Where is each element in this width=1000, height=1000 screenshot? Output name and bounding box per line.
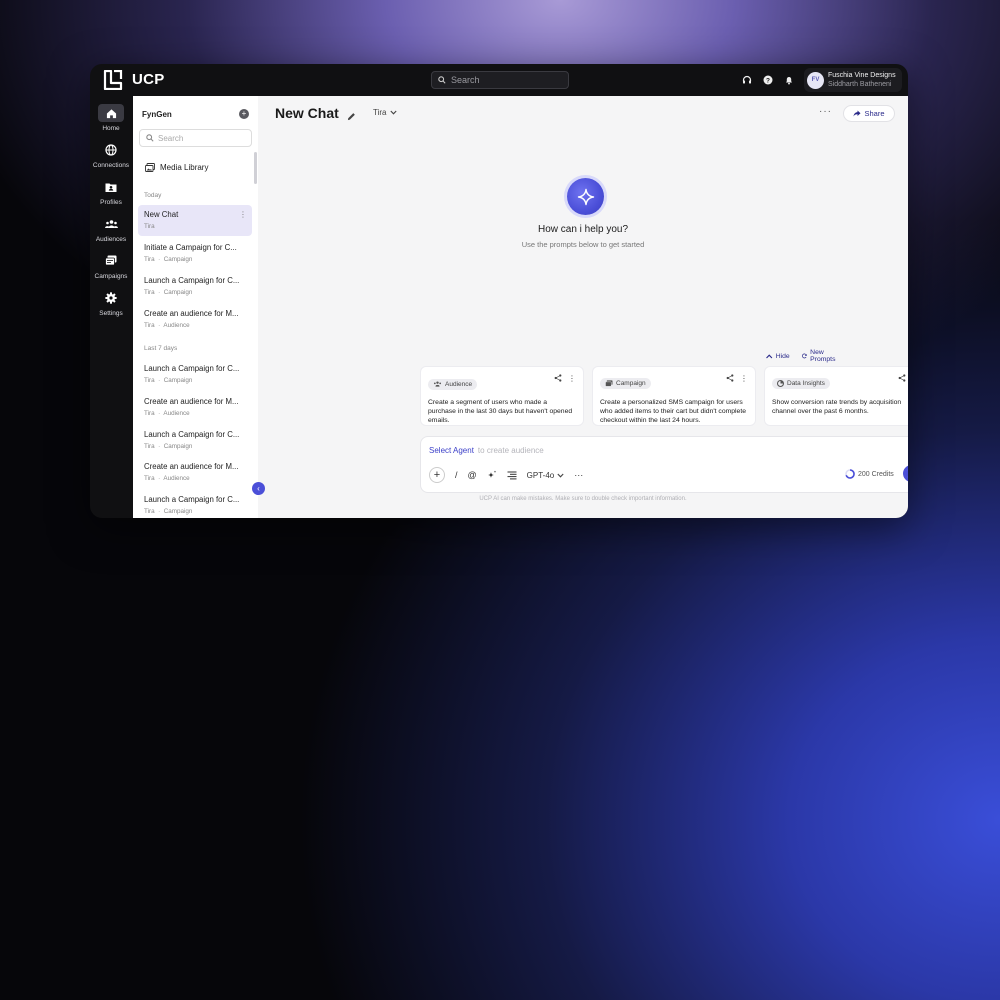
chat-item[interactable]: Create an audience for M... Tira · Audie…	[138, 457, 252, 488]
avatar: FV	[807, 71, 824, 89]
ucp-logo-icon[interactable]	[103, 70, 123, 90]
prompt-card-campaign[interactable]: Campaign ⋮ Create a personalized SMS cam…	[592, 366, 756, 426]
chat-item[interactable]: Launch a Campaign for C... Tira · Campai…	[138, 425, 252, 456]
prompt-card-audience[interactable]: Audience ⋮ Create a segment of users who…	[420, 366, 584, 426]
tag-campaign: Campaign	[600, 378, 651, 389]
sparkle-icon[interactable]	[487, 470, 497, 480]
send-icon	[907, 469, 908, 478]
new-chat-button[interactable]: +	[239, 109, 249, 119]
globe-icon	[98, 141, 124, 159]
ai-disclaimer: UCP AI can make mistakes. Make sure to d…	[479, 496, 687, 502]
media-library-icon	[145, 163, 155, 172]
assistant-orb-icon	[567, 178, 604, 215]
model-selector[interactable]: GPT-4o	[527, 471, 565, 480]
pie-chart-icon	[777, 380, 784, 387]
page-title: New Chat	[275, 105, 339, 121]
brand-name: UCP	[132, 71, 165, 88]
chat-item[interactable]: Launch a Campaign for C... Tira · Campai…	[138, 359, 252, 390]
users-icon	[433, 381, 442, 387]
rail-item-profiles[interactable]: Profiles	[90, 178, 132, 206]
users-icon	[98, 215, 124, 233]
search-icon	[146, 134, 154, 142]
add-attachment-button[interactable]: +	[429, 467, 445, 483]
global-search[interactable]	[431, 71, 569, 89]
collapse-panel-button[interactable]: ‹	[252, 482, 265, 495]
more-options-icon[interactable]: ···	[574, 470, 583, 480]
chevron-up-icon	[766, 353, 773, 358]
credits-ring-icon	[845, 469, 855, 479]
message-composer[interactable]: Select Agent to create audience + / @ GP…	[420, 436, 908, 493]
help-icon[interactable]: ?	[761, 73, 774, 86]
refresh-icon	[802, 353, 808, 359]
rail-item-home[interactable]: Home	[90, 104, 132, 132]
composer-placeholder: to create audience	[477, 446, 544, 455]
more-options-icon[interactable]: ···	[819, 106, 832, 117]
hero-title: How can i help you?	[537, 224, 629, 235]
credits-indicator: 200 Credits	[845, 469, 894, 479]
prompt-cards: Audience ⋮ Create a segment of users who…	[420, 366, 908, 426]
agent-selector[interactable]: Tira	[373, 108, 398, 117]
workspace-title: FynGen	[142, 110, 172, 119]
rail-item-audiences[interactable]: Audiences	[90, 215, 132, 243]
gear-icon	[98, 289, 124, 307]
user-org: Fuschia Vine Designs	[828, 72, 896, 79]
slash-command-icon[interactable]: /	[455, 470, 458, 480]
chat-item[interactable]: Initiate a Campaign for C... Tira · Camp…	[138, 238, 252, 269]
new-prompts-button[interactable]: New Prompts	[802, 349, 838, 363]
chat-item[interactable]: Launch a Campaign for C... Tira · Campai…	[138, 271, 252, 302]
chat-list-panel: FynGen + Media Library Today New Chat Ti…	[133, 96, 258, 518]
campaign-icon	[98, 252, 124, 270]
more-vertical-icon[interactable]: ⋮	[740, 374, 748, 383]
app-window: UCP ? FV Fuschia Vine Designs Siddharth …	[90, 64, 908, 518]
share-icon[interactable]	[554, 374, 562, 382]
group-label-today: Today	[144, 192, 162, 199]
user-menu[interactable]: FV Fuschia Vine Designs Siddharth Bathen…	[804, 68, 902, 92]
top-bar: UCP ? FV Fuschia Vine Designs Siddharth …	[90, 64, 908, 96]
chat-search-input[interactable]	[158, 133, 248, 143]
rail-item-campaigns[interactable]: Campaigns	[90, 252, 132, 280]
user-name: Siddharth Batheneni	[828, 81, 892, 88]
campaign-icon	[605, 380, 613, 387]
tag-audience: Audience	[428, 378, 478, 390]
share-icon[interactable]	[726, 374, 734, 382]
rail-item-settings[interactable]: Settings	[90, 289, 132, 317]
chevron-down-icon	[390, 110, 398, 115]
hero-subtitle: Use the prompts below to get started	[521, 240, 645, 249]
svg-text:?: ?	[766, 77, 770, 84]
bell-icon[interactable]	[782, 73, 795, 86]
select-agent-link[interactable]: Select Agent	[429, 446, 474, 455]
mention-icon[interactable]: @	[468, 470, 477, 480]
profile-folder-icon	[98, 178, 124, 196]
group-label-last7: Last 7 days	[144, 345, 178, 352]
chat-item[interactable]: New Chat Tira ⋮	[138, 205, 252, 236]
chat-search[interactable]	[139, 129, 252, 147]
hide-prompts-button[interactable]: Hide	[766, 349, 790, 363]
pencil-icon[interactable]	[347, 108, 356, 126]
chat-item[interactable]: Create an audience for M... Tira · Audie…	[138, 392, 252, 423]
chat-item[interactable]: Create an audience for M... Tira · Audie…	[138, 304, 252, 335]
home-icon	[98, 104, 124, 122]
chevron-down-icon	[557, 473, 564, 478]
left-rail: Home Connections Profiles Audiences Camp…	[90, 96, 132, 518]
headset-icon[interactable]	[740, 73, 753, 86]
share-button[interactable]: Share	[843, 105, 895, 122]
share-icon[interactable]	[898, 374, 906, 382]
global-search-input[interactable]	[451, 75, 561, 85]
media-library-link[interactable]: Media Library	[145, 163, 208, 172]
text-format-icon[interactable]	[507, 471, 517, 480]
share-arrow-icon	[853, 110, 861, 117]
more-vertical-icon[interactable]: ⋮	[568, 374, 576, 383]
panel-scrollbar[interactable]	[254, 152, 257, 184]
tag-data-insights: Data Insights	[772, 378, 830, 389]
search-icon	[438, 76, 446, 84]
rail-item-connections[interactable]: Connections	[90, 141, 132, 169]
chat-item[interactable]: Launch a Campaign for C... Tira · Campai…	[138, 490, 252, 518]
composer-input[interactable]: Select Agent to create audience	[429, 446, 544, 455]
prompt-card-data-insights[interactable]: Data Insights ⋮ Show conversion rate tre…	[764, 366, 908, 426]
more-vertical-icon[interactable]: ⋮	[239, 210, 247, 219]
main-chat-area: New Chat Tira ··· Share How can i help y…	[258, 96, 908, 518]
send-button[interactable]	[903, 465, 908, 482]
